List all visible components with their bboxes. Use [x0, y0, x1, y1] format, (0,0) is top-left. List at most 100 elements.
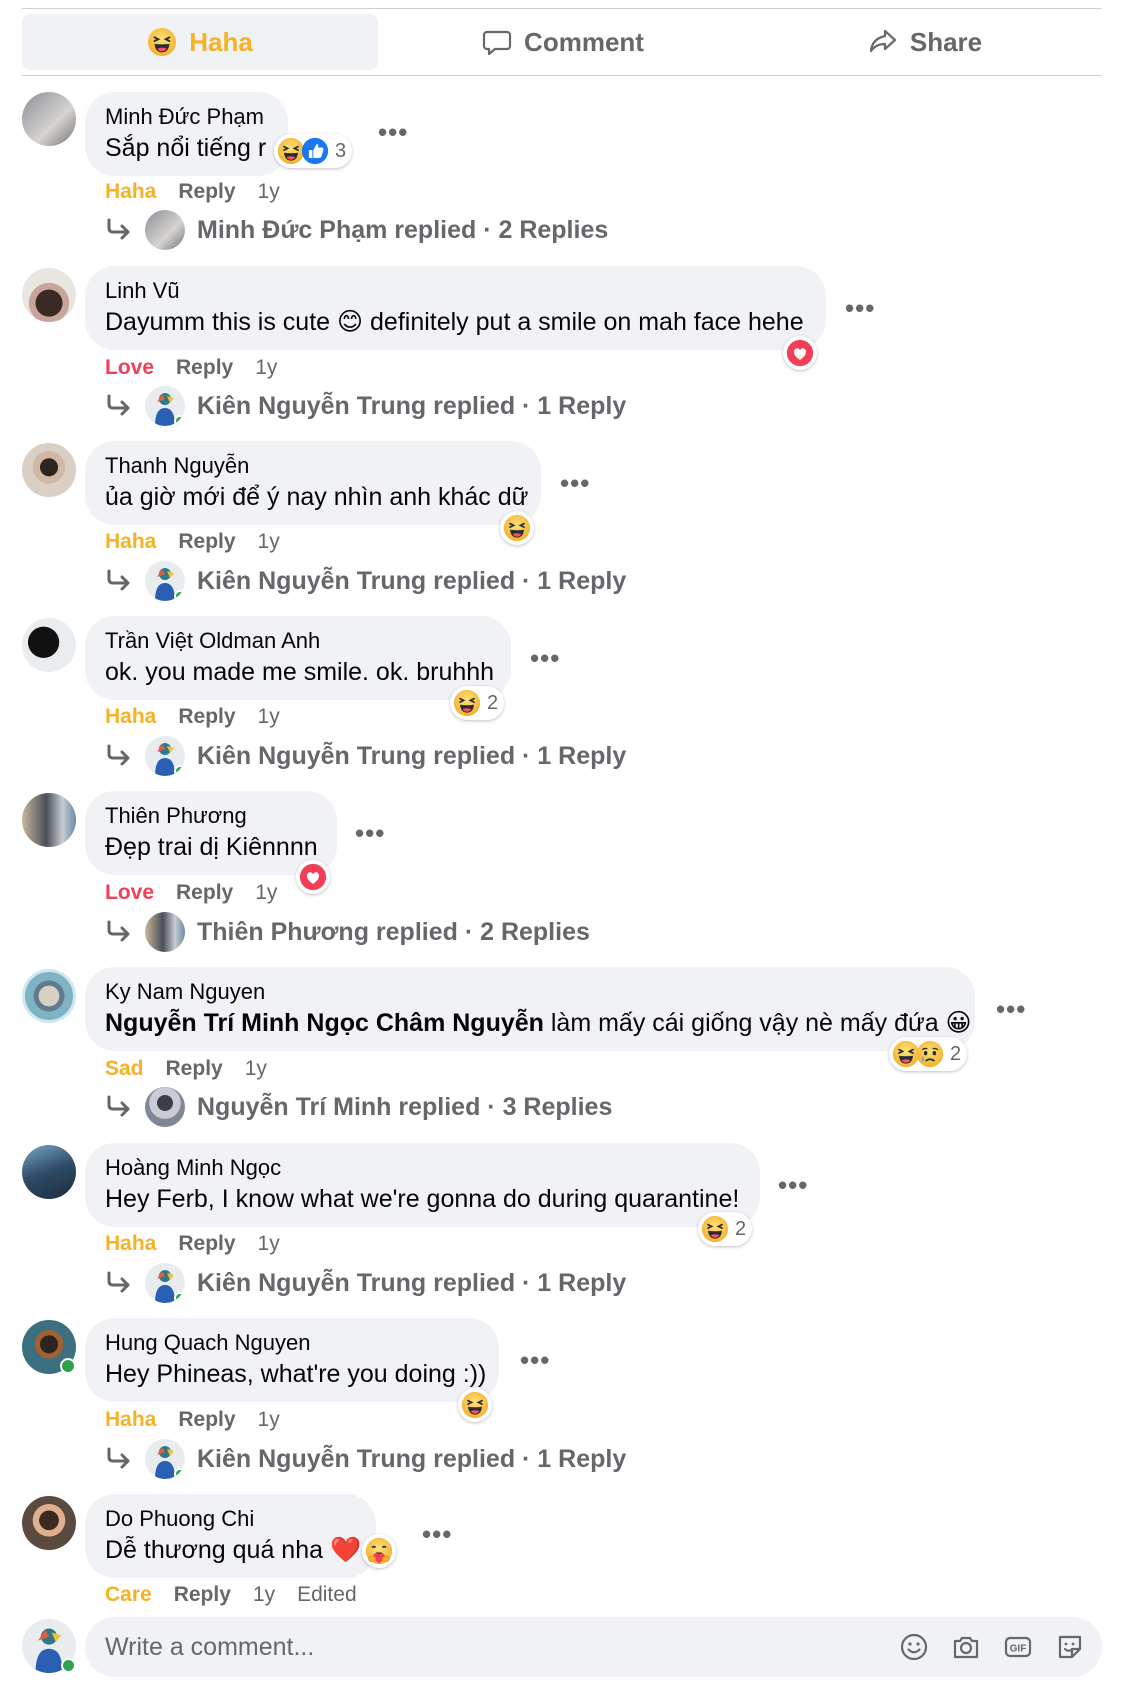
- view-replies-link[interactable]: Kiên Nguyễn Trung replied · 1 Reply: [105, 1263, 626, 1303]
- comment-author[interactable]: Hoàng Minh Ngọc: [105, 1153, 740, 1183]
- reply-arrow-icon: [105, 744, 133, 768]
- reply-link[interactable]: Reply: [176, 356, 233, 380]
- reaction-summary[interactable]: 2: [450, 686, 505, 720]
- gif-icon[interactable]: GIF: [1002, 1631, 1034, 1663]
- sticker-icon[interactable]: [1054, 1631, 1086, 1663]
- reply-link[interactable]: Reply: [176, 881, 233, 905]
- reaction-label[interactable]: Haha: [105, 1408, 156, 1432]
- view-replies-link[interactable]: Nguyễn Trí Minh replied · 3 Replies: [105, 1087, 612, 1127]
- comment-timestamp[interactable]: 1y: [258, 1232, 280, 1256]
- emoji-icon[interactable]: [898, 1631, 930, 1663]
- camera-icon[interactable]: [950, 1631, 982, 1663]
- love-heart-icon: [786, 339, 814, 367]
- comment-timestamp[interactable]: 1y: [258, 180, 280, 204]
- reaction-summary[interactable]: 3: [274, 134, 353, 168]
- reaction-summary[interactable]: [458, 1388, 492, 1422]
- view-replies-link[interactable]: Kiên Nguyễn Trung replied · 1 Reply: [105, 736, 626, 776]
- view-replies-link[interactable]: Kiên Nguyễn Trung replied · 1 Reply: [105, 1439, 626, 1479]
- current-user-avatar[interactable]: [22, 1619, 76, 1673]
- comment-actions: Haha Reply 1y: [105, 1408, 280, 1432]
- comment-author[interactable]: Minh Đức Phạm: [105, 102, 268, 132]
- comment-author[interactable]: Do Phuong Chi: [105, 1504, 356, 1534]
- share-button-label: Share: [909, 26, 983, 57]
- comment-timestamp[interactable]: 1y: [258, 530, 280, 554]
- reaction-summary[interactable]: 2: [698, 1212, 753, 1246]
- view-replies-link[interactable]: Thiên Phương replied · 2 Replies: [105, 912, 590, 952]
- reaction-label[interactable]: Haha: [105, 1232, 156, 1256]
- more-options-icon[interactable]: •••: [378, 119, 408, 145]
- avatar[interactable]: [22, 1320, 76, 1374]
- comment-composer: Write a comment... GIF: [0, 1617, 1122, 1677]
- view-replies-link[interactable]: Kiên Nguyễn Trung replied · 1 Reply: [105, 561, 626, 601]
- edited-label[interactable]: Edited: [297, 1583, 357, 1607]
- share-arrow-icon: [869, 29, 896, 53]
- more-options-icon[interactable]: •••: [520, 1347, 550, 1373]
- reaction-summary[interactable]: [783, 336, 817, 370]
- avatar[interactable]: [22, 268, 76, 322]
- more-options-icon[interactable]: •••: [996, 996, 1026, 1022]
- mention-link[interactable]: Nguyễn Trí Minh Ngọc Châm Nguyễn: [105, 1009, 544, 1037]
- reaction-label[interactable]: Haha: [105, 530, 156, 554]
- replies-summary: Kiên Nguyễn Trung replied · 1 Reply: [197, 566, 627, 595]
- comment-actions: Haha Reply 1y: [105, 530, 280, 554]
- haha-reaction-button[interactable]: Haha: [22, 14, 378, 70]
- reaction-label[interactable]: Sad: [105, 1057, 144, 1081]
- more-options-icon[interactable]: •••: [355, 820, 385, 846]
- reaction-summary[interactable]: 2: [889, 1037, 968, 1071]
- reply-link[interactable]: Reply: [178, 180, 235, 204]
- comment-author[interactable]: Trần Việt Oldman Anh: [105, 626, 491, 656]
- reaction-label[interactable]: Love: [105, 881, 154, 905]
- avatar[interactable]: [22, 92, 76, 146]
- view-replies-link[interactable]: Kiên Nguyễn Trung replied · 1 Reply: [105, 386, 626, 426]
- avatar[interactable]: [22, 1145, 76, 1199]
- avatar[interactable]: [22, 1496, 76, 1550]
- view-replies-link[interactable]: Minh Đức Phạm replied · 2 Replies: [105, 210, 608, 250]
- reply-link[interactable]: Reply: [178, 705, 235, 729]
- more-options-icon[interactable]: •••: [560, 470, 590, 496]
- reaction-summary[interactable]: [500, 511, 534, 545]
- reaction-label[interactable]: Care: [105, 1583, 152, 1607]
- more-options-icon[interactable]: •••: [530, 645, 560, 671]
- reaction-label[interactable]: Haha: [105, 705, 156, 729]
- comment-actions: Haha Reply 1y: [105, 705, 280, 729]
- comment-actions: Love Reply 1y: [105, 881, 277, 905]
- reply-link[interactable]: Reply: [178, 530, 235, 554]
- online-status-dot: [174, 765, 185, 776]
- more-options-icon[interactable]: •••: [845, 295, 875, 321]
- comment-actions: Haha Reply 1y: [105, 1232, 280, 1256]
- post-action-bar: Haha Comment Share: [22, 14, 1102, 70]
- online-status-dot: [60, 1358, 76, 1374]
- comment-timestamp[interactable]: 1y: [255, 881, 277, 905]
- comment-author[interactable]: Linh Vũ: [105, 276, 806, 306]
- online-status-dot: [61, 1658, 76, 1673]
- comment-timestamp[interactable]: 1y: [245, 1057, 267, 1081]
- reaction-label[interactable]: Love: [105, 356, 154, 380]
- replies-summary: Minh Đức Phạm replied · 2 Replies: [197, 215, 609, 244]
- action-bar-divider: [22, 75, 1102, 76]
- comment-timestamp[interactable]: 1y: [253, 1583, 275, 1607]
- reaction-summary[interactable]: [296, 860, 330, 894]
- reaction-summary[interactable]: [362, 1534, 396, 1568]
- avatar[interactable]: [22, 969, 76, 1023]
- comment-button[interactable]: Comment: [378, 14, 748, 70]
- avatar[interactable]: [22, 793, 76, 847]
- reply-link[interactable]: Reply: [178, 1232, 235, 1256]
- more-options-icon[interactable]: •••: [778, 1172, 808, 1198]
- comment-timestamp[interactable]: 1y: [258, 1408, 280, 1432]
- share-button[interactable]: Share: [748, 14, 1102, 70]
- reaction-label[interactable]: Haha: [105, 180, 156, 204]
- avatar[interactable]: [22, 443, 76, 497]
- more-options-icon[interactable]: •••: [422, 1521, 452, 1547]
- reply-link[interactable]: Reply: [174, 1583, 231, 1607]
- comment-author[interactable]: Hung Quach Nguyen: [105, 1328, 479, 1358]
- reply-arrow-icon: [105, 1095, 133, 1119]
- avatar[interactable]: [22, 618, 76, 672]
- comment-author[interactable]: Thiên Phương: [105, 801, 317, 831]
- comment-timestamp[interactable]: 1y: [258, 705, 280, 729]
- reply-link[interactable]: Reply: [178, 1408, 235, 1432]
- comment-author[interactable]: Ky Nam Nguyen: [105, 977, 955, 1007]
- comment-author[interactable]: Thanh Nguyễn: [105, 451, 521, 481]
- reply-link[interactable]: Reply: [166, 1057, 223, 1081]
- comment-timestamp[interactable]: 1y: [255, 356, 277, 380]
- haha-emoji-icon: [453, 689, 481, 717]
